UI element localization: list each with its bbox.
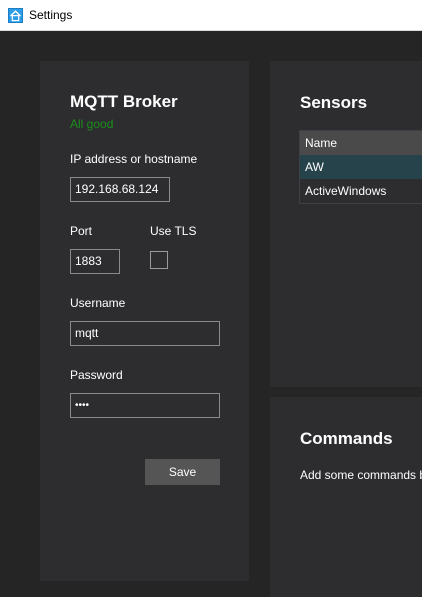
- title-bar: Settings: [0, 0, 422, 31]
- commands-heading: Commands: [300, 429, 393, 448]
- window-title: Settings: [29, 8, 73, 22]
- sensors-heading: Sensors: [300, 93, 368, 112]
- username-input[interactable]: mqtt: [70, 321, 220, 346]
- save-button[interactable]: Save: [145, 459, 220, 485]
- sensors-table: Name AW ActiveWindows: [299, 130, 422, 204]
- username-label: Username: [70, 296, 126, 310]
- sensors-panel: Sensors Name AW ActiveWindows: [270, 61, 422, 387]
- home-icon: [8, 8, 23, 23]
- commands-hint: Add some commands b: [300, 468, 422, 482]
- settings-content: MQTT Broker All good IP address or hostn…: [0, 31, 422, 597]
- connection-status: All good: [70, 117, 114, 131]
- password-input[interactable]: ••••: [70, 393, 220, 418]
- port-input[interactable]: 1883: [70, 249, 120, 274]
- password-label: Password: [70, 368, 123, 382]
- sensor-row-aw[interactable]: AW: [300, 155, 422, 179]
- column-header-name[interactable]: Name: [300, 131, 422, 155]
- host-label: IP address or hostname: [70, 152, 198, 166]
- use-tls-label: Use TLS: [150, 224, 197, 238]
- sensor-row-activewindows[interactable]: ActiveWindows: [300, 179, 422, 203]
- mqtt-broker-heading: MQTT Broker: [70, 92, 178, 111]
- port-label: Port: [70, 224, 93, 238]
- commands-panel: Commands Add some commands b: [270, 397, 422, 597]
- use-tls-checkbox[interactable]: [150, 251, 168, 269]
- host-input[interactable]: 192.168.68.124: [70, 177, 170, 202]
- mqtt-broker-panel: MQTT Broker All good IP address or hostn…: [40, 61, 249, 581]
